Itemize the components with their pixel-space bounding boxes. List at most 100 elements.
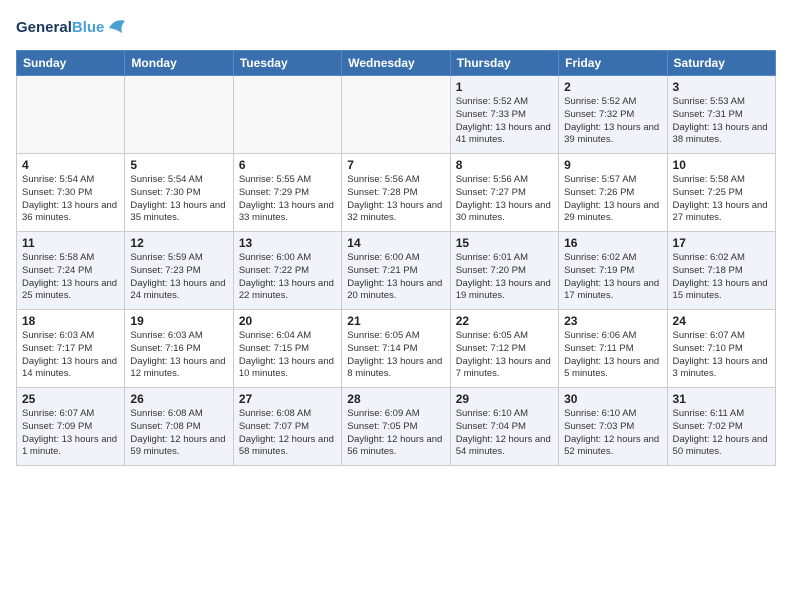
day-content: Sunrise: 6:04 AM Sunset: 7:15 PM Dayligh… bbox=[239, 330, 336, 381]
logo-bird-icon bbox=[107, 16, 127, 38]
calendar-cell: 8Sunrise: 5:56 AM Sunset: 7:27 PM Daylig… bbox=[450, 154, 558, 232]
day-number: 26 bbox=[130, 392, 227, 406]
day-content: Sunrise: 6:05 AM Sunset: 7:14 PM Dayligh… bbox=[347, 330, 444, 381]
calendar-cell: 30 Sunrise: 6:10 AM Sunset: 7:03 PM Dayli… bbox=[559, 388, 667, 466]
calendar-cell: 19Sunrise: 6:03 AM Sunset: 7:16 PM Dayli… bbox=[125, 310, 233, 388]
calendar-cell: 22 Sunrise: 6:05 AM Sunset: 7:12 PM Dayli… bbox=[450, 310, 558, 388]
calendar-cell: 18 Sunrise: 6:03 AM Sunset: 7:17 PM Dayli… bbox=[17, 310, 125, 388]
day-content: Sunrise: 5:56 AM Sunset: 7:28 PM Dayligh… bbox=[347, 174, 444, 225]
day-number: 12 bbox=[130, 236, 227, 250]
day-number: 4 bbox=[22, 158, 119, 172]
day-content: Sunrise: 5:54 AM Sunset: 7:30 PM Dayligh… bbox=[130, 174, 227, 225]
weekday-header: Thursday bbox=[450, 51, 558, 76]
day-content: Sunrise: 6:03 AM Sunset: 7:16 PM Dayligh… bbox=[130, 330, 227, 381]
calendar-cell: 27 Sunrise: 6:08 AM Sunset: 7:07 PM Dayli… bbox=[233, 388, 341, 466]
day-number: 17 bbox=[673, 236, 770, 250]
day-content: Sunrise: 6:02 AM Sunset: 7:19 PM Dayligh… bbox=[564, 252, 661, 303]
day-content: Sunrise: 5:53 AM Sunset: 7:31 PM Dayligh… bbox=[673, 96, 770, 147]
day-content: Sunrise: 6:10 AM Sunset: 7:03 PM Dayligh… bbox=[564, 408, 661, 459]
calendar-cell: 14 Sunrise: 6:00 AM Sunset: 7:21 PM Dayli… bbox=[342, 232, 450, 310]
calendar-table: SundayMondayTuesdayWednesdayThursdayFrid… bbox=[16, 50, 776, 466]
day-number: 2 bbox=[564, 80, 661, 94]
day-content: Sunrise: 6:01 AM Sunset: 7:20 PM Dayligh… bbox=[456, 252, 553, 303]
day-content: Sunrise: 6:03 AM Sunset: 7:17 PM Dayligh… bbox=[22, 330, 119, 381]
calendar-cell bbox=[233, 76, 341, 154]
day-number: 21 bbox=[347, 314, 444, 328]
day-number: 22 bbox=[456, 314, 553, 328]
day-content: Sunrise: 6:00 AM Sunset: 7:22 PM Dayligh… bbox=[239, 252, 336, 303]
calendar-cell: 21 Sunrise: 6:05 AM Sunset: 7:14 PM Dayli… bbox=[342, 310, 450, 388]
day-number: 6 bbox=[239, 158, 336, 172]
day-number: 7 bbox=[347, 158, 444, 172]
day-number: 14 bbox=[347, 236, 444, 250]
day-content: Sunrise: 5:59 AM Sunset: 7:23 PM Dayligh… bbox=[130, 252, 227, 303]
day-content: Sunrise: 6:07 AM Sunset: 7:10 PM Dayligh… bbox=[673, 330, 770, 381]
logo: GeneralBlue bbox=[16, 16, 127, 38]
day-number: 13 bbox=[239, 236, 336, 250]
calendar-week-row: 25 Sunrise: 6:07 AM Sunset: 7:09 PM Dayli… bbox=[17, 388, 776, 466]
day-number: 11 bbox=[22, 236, 119, 250]
calendar-cell: 7 Sunrise: 5:56 AM Sunset: 7:28 PM Daylig… bbox=[342, 154, 450, 232]
calendar-cell bbox=[125, 76, 233, 154]
day-number: 9 bbox=[564, 158, 661, 172]
day-number: 29 bbox=[456, 392, 553, 406]
calendar-week-row: 4 Sunrise: 5:54 AM Sunset: 7:30 PM Daylig… bbox=[17, 154, 776, 232]
calendar-cell: 5 Sunrise: 5:54 AM Sunset: 7:30 PM Daylig… bbox=[125, 154, 233, 232]
day-number: 20 bbox=[239, 314, 336, 328]
calendar-week-row: 1 Sunrise: 5:52 AM Sunset: 7:33 PM Daylig… bbox=[17, 76, 776, 154]
calendar-cell bbox=[342, 76, 450, 154]
calendar-cell: 17Sunrise: 6:02 AM Sunset: 7:18 PM Dayli… bbox=[667, 232, 775, 310]
day-content: Sunrise: 6:00 AM Sunset: 7:21 PM Dayligh… bbox=[347, 252, 444, 303]
day-content: Sunrise: 5:58 AM Sunset: 7:24 PM Dayligh… bbox=[22, 252, 119, 303]
day-content: Sunrise: 6:08 AM Sunset: 7:07 PM Dayligh… bbox=[239, 408, 336, 459]
calendar-cell: 4 Sunrise: 5:54 AM Sunset: 7:30 PM Daylig… bbox=[17, 154, 125, 232]
weekday-header: Sunday bbox=[17, 51, 125, 76]
calendar-cell: 28Sunrise: 6:09 AM Sunset: 7:05 PM Dayli… bbox=[342, 388, 450, 466]
calendar-header: SundayMondayTuesdayWednesdayThursdayFrid… bbox=[17, 51, 776, 76]
calendar-cell: 29 Sunrise: 6:10 AM Sunset: 7:04 PM Dayli… bbox=[450, 388, 558, 466]
day-content: Sunrise: 6:08 AM Sunset: 7:08 PM Dayligh… bbox=[130, 408, 227, 459]
day-content: Sunrise: 6:09 AM Sunset: 7:05 PM Dayligh… bbox=[347, 408, 444, 459]
weekday-header: Saturday bbox=[667, 51, 775, 76]
calendar-cell: 10Sunrise: 5:58 AM Sunset: 7:25 PM Dayli… bbox=[667, 154, 775, 232]
day-content: Sunrise: 5:52 AM Sunset: 7:32 PM Dayligh… bbox=[564, 96, 661, 147]
day-number: 25 bbox=[22, 392, 119, 406]
day-content: Sunrise: 5:54 AM Sunset: 7:30 PM Dayligh… bbox=[22, 174, 119, 225]
calendar-cell: 15Sunrise: 6:01 AM Sunset: 7:20 PM Dayli… bbox=[450, 232, 558, 310]
calendar-cell: 13 Sunrise: 6:00 AM Sunset: 7:22 PM Dayli… bbox=[233, 232, 341, 310]
day-content: Sunrise: 5:58 AM Sunset: 7:25 PM Dayligh… bbox=[673, 174, 770, 225]
day-content: Sunrise: 6:10 AM Sunset: 7:04 PM Dayligh… bbox=[456, 408, 553, 459]
day-number: 24 bbox=[673, 314, 770, 328]
calendar-cell: 1 Sunrise: 5:52 AM Sunset: 7:33 PM Daylig… bbox=[450, 76, 558, 154]
calendar-cell: 24 Sunrise: 6:07 AM Sunset: 7:10 PM Dayli… bbox=[667, 310, 775, 388]
day-number: 1 bbox=[456, 80, 553, 94]
page-header: GeneralBlue bbox=[16, 16, 776, 38]
weekday-header: Monday bbox=[125, 51, 233, 76]
weekday-header: Friday bbox=[559, 51, 667, 76]
calendar-cell: 2 Sunrise: 5:52 AM Sunset: 7:32 PM Daylig… bbox=[559, 76, 667, 154]
calendar-cell: 20 Sunrise: 6:04 AM Sunset: 7:15 PM Dayli… bbox=[233, 310, 341, 388]
day-number: 23 bbox=[564, 314, 661, 328]
day-number: 5 bbox=[130, 158, 227, 172]
calendar-cell: 31Sunrise: 6:11 AM Sunset: 7:02 PM Dayli… bbox=[667, 388, 775, 466]
day-content: Sunrise: 6:07 AM Sunset: 7:09 PM Dayligh… bbox=[22, 408, 119, 459]
calendar-cell: 9Sunrise: 5:57 AM Sunset: 7:26 PM Daylig… bbox=[559, 154, 667, 232]
day-number: 30 bbox=[564, 392, 661, 406]
weekday-header: Tuesday bbox=[233, 51, 341, 76]
day-content: Sunrise: 5:55 AM Sunset: 7:29 PM Dayligh… bbox=[239, 174, 336, 225]
day-number: 3 bbox=[673, 80, 770, 94]
day-content: Sunrise: 5:52 AM Sunset: 7:33 PM Dayligh… bbox=[456, 96, 553, 147]
day-content: Sunrise: 5:56 AM Sunset: 7:27 PM Dayligh… bbox=[456, 174, 553, 225]
logo-general: General bbox=[16, 19, 72, 36]
day-number: 18 bbox=[22, 314, 119, 328]
calendar-cell: 25 Sunrise: 6:07 AM Sunset: 7:09 PM Dayli… bbox=[17, 388, 125, 466]
day-content: Sunrise: 6:06 AM Sunset: 7:11 PM Dayligh… bbox=[564, 330, 661, 381]
calendar-cell: 11 Sunrise: 5:58 AM Sunset: 7:24 PM Dayli… bbox=[17, 232, 125, 310]
day-number: 27 bbox=[239, 392, 336, 406]
day-content: Sunrise: 6:05 AM Sunset: 7:12 PM Dayligh… bbox=[456, 330, 553, 381]
calendar-cell: 3 Sunrise: 5:53 AM Sunset: 7:31 PM Daylig… bbox=[667, 76, 775, 154]
calendar-cell: 16Sunrise: 6:02 AM Sunset: 7:19 PM Dayli… bbox=[559, 232, 667, 310]
calendar-cell: 23 Sunrise: 6:06 AM Sunset: 7:11 PM Dayli… bbox=[559, 310, 667, 388]
day-number: 31 bbox=[673, 392, 770, 406]
calendar-week-row: 11 Sunrise: 5:58 AM Sunset: 7:24 PM Dayli… bbox=[17, 232, 776, 310]
